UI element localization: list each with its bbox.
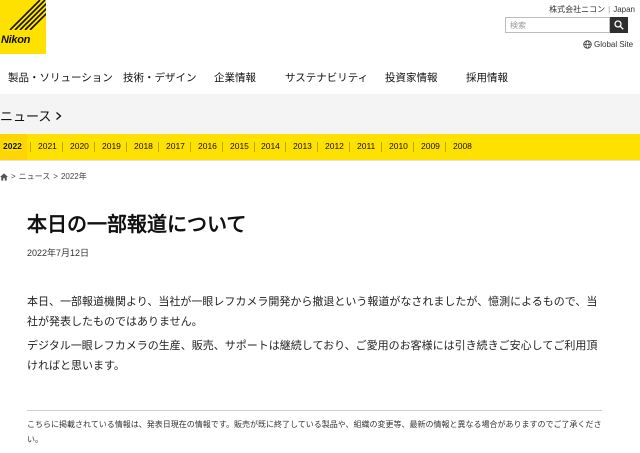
search-icon <box>614 20 624 30</box>
year-2011[interactable]: 2011 <box>357 141 375 151</box>
year-separator <box>126 142 127 152</box>
breadcrumb-news[interactable]: ニュース <box>19 171 51 182</box>
nav-products[interactable]: 製品・ソリューション <box>8 70 113 85</box>
nikon-logo[interactable]: Nikon <box>0 0 46 54</box>
year-2014[interactable]: 2014 <box>261 141 280 151</box>
year-2020[interactable]: 2020 <box>70 141 89 151</box>
corporate-links: 株式会社ニコン | Japan <box>549 4 635 15</box>
section-header: ニュース <box>0 94 640 134</box>
year-2017[interactable]: 2017 <box>166 141 185 151</box>
section-title: ニュース <box>0 110 52 125</box>
year-2022[interactable]: 2022 <box>3 141 22 151</box>
chevron-right-icon <box>56 111 62 120</box>
divider <box>27 410 602 411</box>
year-separator <box>158 142 159 152</box>
year-separator <box>254 142 255 152</box>
global-site-link[interactable]: Global Site <box>583 40 633 49</box>
year-2021[interactable]: 2021 <box>38 141 57 151</box>
year-separator <box>62 142 63 152</box>
year-2012[interactable]: 2012 <box>325 141 344 151</box>
year-filter-bar: 2022 2021 2020 2019 2018 2017 2016 2015 … <box>0 134 640 161</box>
breadcrumb-chevron-icon: > <box>11 172 16 181</box>
year-2013[interactable]: 2013 <box>293 141 312 151</box>
year-separator <box>285 142 286 152</box>
nav-corporate[interactable]: 企業情報 <box>214 70 256 85</box>
section-title-link[interactable]: ニュース <box>0 106 62 125</box>
breadcrumb: > ニュース > 2022年 <box>0 171 87 182</box>
logo-stripes-icon <box>9 0 46 30</box>
year-2018[interactable]: 2018 <box>134 141 153 151</box>
year-separator <box>30 142 31 152</box>
year-separator <box>317 142 318 152</box>
year-2008[interactable]: 2008 <box>453 141 472 151</box>
logo-wordmark: Nikon <box>1 34 31 46</box>
article-date: 2022年7月12日 <box>27 248 90 258</box>
year-2009[interactable]: 2009 <box>421 141 440 151</box>
year-2016[interactable]: 2016 <box>198 141 217 151</box>
year-2015[interactable]: 2015 <box>230 141 249 151</box>
corp-name-link[interactable]: 株式会社ニコン <box>549 4 605 15</box>
main-navigation: 製品・ソリューション 技術・デザイン 企業情報 サステナビリティ 投資家情報 採… <box>0 70 640 88</box>
year-2019[interactable]: 2019 <box>102 141 121 151</box>
article-paragraph-1: 本日、一部報道機関より、当社が一眼レフカメラ開発から撤退という報道がなされました… <box>27 295 598 328</box>
nav-investors[interactable]: 投資家情報 <box>385 70 438 85</box>
year-separator <box>413 142 414 152</box>
region-link[interactable]: Japan <box>613 5 635 14</box>
year-2010[interactable]: 2010 <box>389 141 408 151</box>
year-separator <box>381 142 382 152</box>
search-button[interactable] <box>610 17 628 33</box>
year-separator <box>94 142 95 152</box>
nav-sustainability[interactable]: サステナビリティ <box>285 70 368 85</box>
disclaimer-text: こちらに掲載されている情報は、発表日現在の情報です。販売が既に終了している製品や… <box>27 420 602 444</box>
year-separator <box>445 142 446 152</box>
year-separator <box>222 142 223 152</box>
year-separator <box>190 142 191 152</box>
nav-careers[interactable]: 採用情報 <box>466 70 508 85</box>
year-separator <box>349 142 350 152</box>
home-icon[interactable] <box>0 172 8 181</box>
article-title: 本日の一部報道について <box>27 212 247 236</box>
corp-separator: | <box>608 5 611 14</box>
search-input[interactable] <box>505 17 610 33</box>
globe-icon <box>583 40 592 49</box>
global-site-label: Global Site <box>594 40 634 49</box>
breadcrumb-chevron-icon: > <box>53 172 58 181</box>
breadcrumb-year: 2022年 <box>60 172 87 181</box>
nav-technology[interactable]: 技術・デザイン <box>123 70 197 85</box>
article-paragraph-2: デジタル一眼レフカメラの生産、販売、サポートは継続しており、ご愛用のお客様には引… <box>27 339 598 372</box>
